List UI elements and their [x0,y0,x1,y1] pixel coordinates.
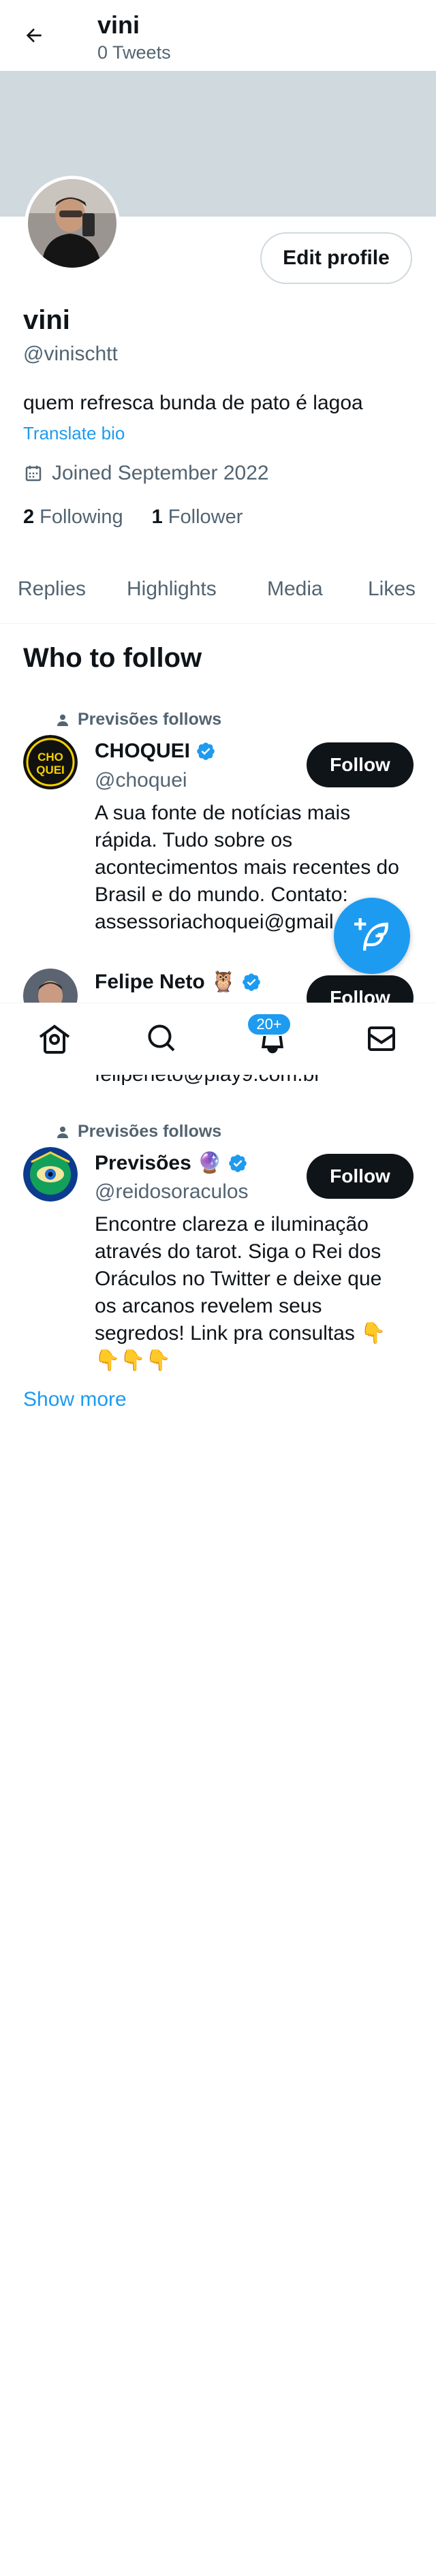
account-bio: Encontre clareza e iluminação através do… [95,1213,386,1372]
tab-media[interactable]: Media [267,578,323,601]
account-avatar-previsoes[interactable] [23,1147,78,1201]
tab-highlights[interactable]: Highlights [127,578,217,601]
svg-text:CHO: CHO [37,751,63,764]
nav-messages[interactable] [361,1018,402,1059]
following-label: Following [40,506,123,528]
avatar-photo [28,179,116,268]
top-bar: vini 0 Tweets [0,0,436,71]
joined-date: Joined September 2022 [23,462,269,485]
profile-name: vini [23,305,70,335]
profile-handle: @vinischtt [23,343,118,365]
account-avatar-choquei[interactable]: CHO QUEI [23,735,78,789]
followers-count: 1 [151,506,163,528]
account-name-label: Previsões 🔮 [95,1152,223,1174]
person-icon [57,714,68,726]
account-name-label: CHOQUEI [95,740,191,762]
following-count: 2 [23,506,35,528]
following-link[interactable]: 2 Following [23,506,123,529]
who-to-follow-title: Who to follow [23,643,202,673]
svg-text:QUEI: QUEI [36,764,65,776]
arrow-left-icon [26,28,42,43]
follow-button-choquei[interactable]: Follow [307,742,414,787]
header-tweet-count: 0 Tweets [97,42,171,63]
tab-replies[interactable]: Replies [18,578,86,601]
joined-label: Joined September 2022 [52,462,269,484]
account-handle: @choquei [95,769,187,791]
account-name-label: Felipe Neto 🦉 [95,971,236,993]
back-button[interactable] [18,19,50,52]
nav-explore[interactable] [142,1018,183,1059]
follow-stats: 2 Following 1 Follower [23,506,243,529]
profile-avatar[interactable] [25,176,120,271]
feather-plus-icon [354,918,388,951]
profile-bio: quem refresca bunda de pato é lagoa [23,392,363,414]
home-icon [39,1024,70,1054]
verified-badge-icon [197,742,215,760]
header-name: vini [97,11,140,39]
search-icon [148,1024,175,1052]
social-context-label: Previsões follows [78,1122,222,1141]
translate-bio-link[interactable]: Translate bio [23,423,125,444]
nav-home[interactable] [34,1018,75,1059]
verified-badge-icon [243,973,261,991]
notifications-badge: 20+ [247,1013,292,1036]
calendar-icon [25,465,42,482]
follow-button-previsoes[interactable]: Follow [307,1154,414,1199]
account-handle: @reidosoraculos [95,1180,249,1203]
edit-profile-button[interactable]: Edit profile [260,232,412,284]
social-context-label: Previsões follows [78,710,222,729]
person-icon [57,1126,68,1138]
account-name[interactable]: CHOQUEI [95,740,216,763]
mail-icon [367,1026,395,1051]
followers-link[interactable]: 1 Follower [152,506,243,529]
show-more-link[interactable]: Show more [23,1388,127,1411]
bottom-navigation: 20+ [0,1003,436,1075]
verified-badge-icon [229,1154,247,1172]
profile-tabs: Replies Highlights Media Likes [0,559,436,624]
account-name[interactable]: Previsões 🔮 [95,1151,248,1175]
tab-likes[interactable]: Likes [368,578,416,601]
social-context: Previsões follows [54,1122,221,1142]
social-context: Previsões follows [54,710,221,729]
account-name[interactable]: Felipe Neto 🦉 [95,970,262,994]
followers-label: Follower [168,506,243,528]
compose-tweet-button[interactable] [334,898,410,974]
